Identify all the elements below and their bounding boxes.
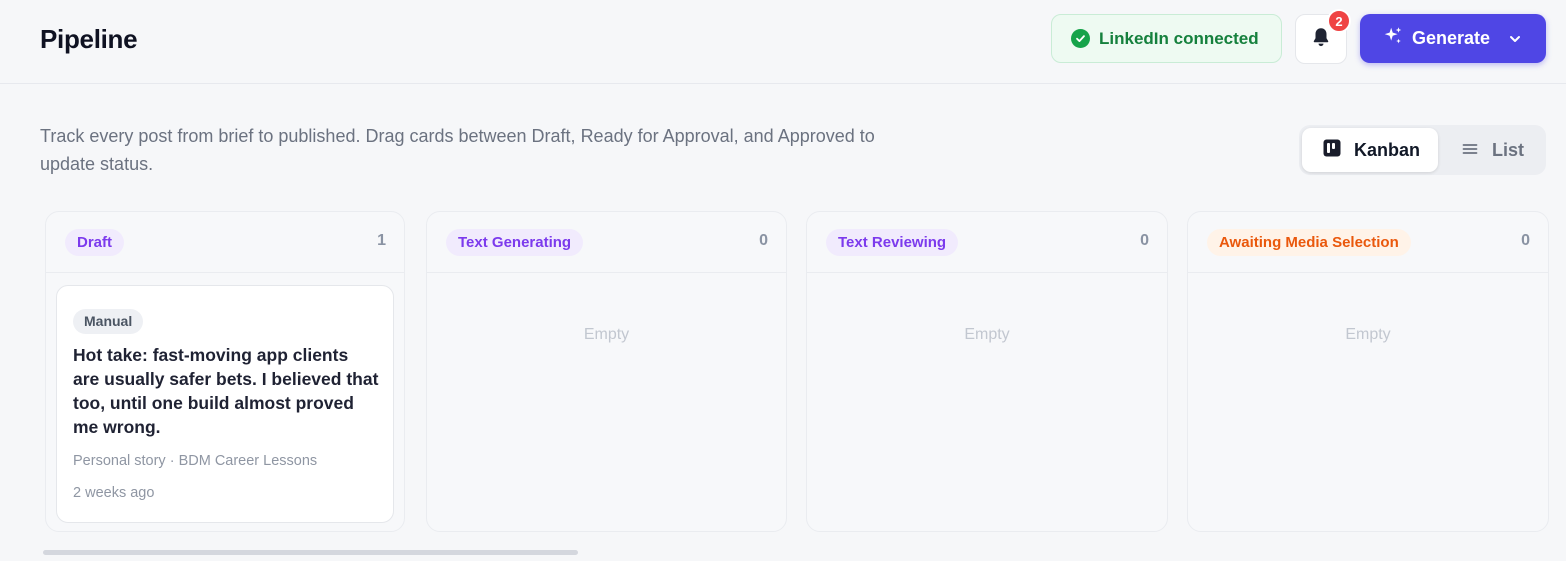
sparkles-icon (1382, 25, 1404, 52)
source-badge: Manual (73, 309, 144, 334)
top-bar: Pipeline LinkedIn connected 2 Generate (0, 0, 1566, 84)
chevron-down-icon[interactable] (1508, 32, 1522, 46)
kanban-view-button[interactable]: Kanban (1302, 128, 1438, 172)
view-toggle: Kanban List (1299, 125, 1546, 175)
column-empty-text: Empty (964, 326, 1010, 343)
column-label: Text Reviewing (826, 229, 959, 256)
card-meta: Personal story · BDM Career Lessons (73, 453, 318, 469)
column-header: Draft 1 (46, 212, 404, 273)
linkedin-status-label: LinkedIn connected (1099, 28, 1259, 48)
column-empty-text: Empty (583, 326, 630, 343)
kanban-icon (1323, 139, 1341, 162)
column-draft: Draft 1 Manual Hot take: fast-moving app… (45, 211, 405, 532)
card-title: Hot take: fast-moving app clients are us… (73, 345, 379, 437)
list-label: List (1492, 139, 1525, 160)
page-description: Track every post from brief to published… (40, 126, 875, 174)
column-count: 1 (377, 232, 386, 249)
column-text-reviewing: Text Reviewing 0 Empty (806, 211, 1168, 532)
check-circle-icon (1071, 29, 1090, 48)
card-timestamp: 2 weeks ago (73, 485, 155, 501)
column-header: Text Generating 0 (427, 212, 786, 273)
column-count: 0 (1521, 232, 1530, 249)
column-text-generating: Text Generating 0 Empty (426, 211, 787, 532)
column-awaiting-media-selection: Awaiting Media Selection 0 Empty (1187, 211, 1549, 532)
column-header: Awaiting Media Selection 0 (1188, 212, 1548, 273)
horizontal-scrollbar[interactable] (43, 550, 578, 555)
list-view-button[interactable]: List (1459, 128, 1543, 172)
column-empty-text: Empty (1345, 326, 1391, 343)
post-card[interactable]: Manual Hot take: fast-moving app clients… (56, 285, 394, 523)
column-label: Awaiting Media Selection (1207, 229, 1411, 256)
column-count: 0 (759, 232, 768, 249)
column-label: Text Generating (446, 229, 584, 256)
list-icon (1462, 140, 1478, 161)
column-header: Text Reviewing 0 (807, 212, 1167, 273)
page-title: Pipeline (40, 24, 138, 54)
kanban-label: Kanban (1354, 139, 1421, 160)
bell-icon (1310, 26, 1332, 53)
generate-label: Generate (1412, 28, 1491, 48)
notification-count-badge: 2 (1327, 9, 1351, 33)
column-label: Draft (65, 229, 125, 256)
column-count: 0 (1140, 232, 1149, 249)
generate-button[interactable]: Generate (1360, 14, 1546, 63)
linkedin-status-badge[interactable]: LinkedIn connected (1051, 14, 1282, 63)
